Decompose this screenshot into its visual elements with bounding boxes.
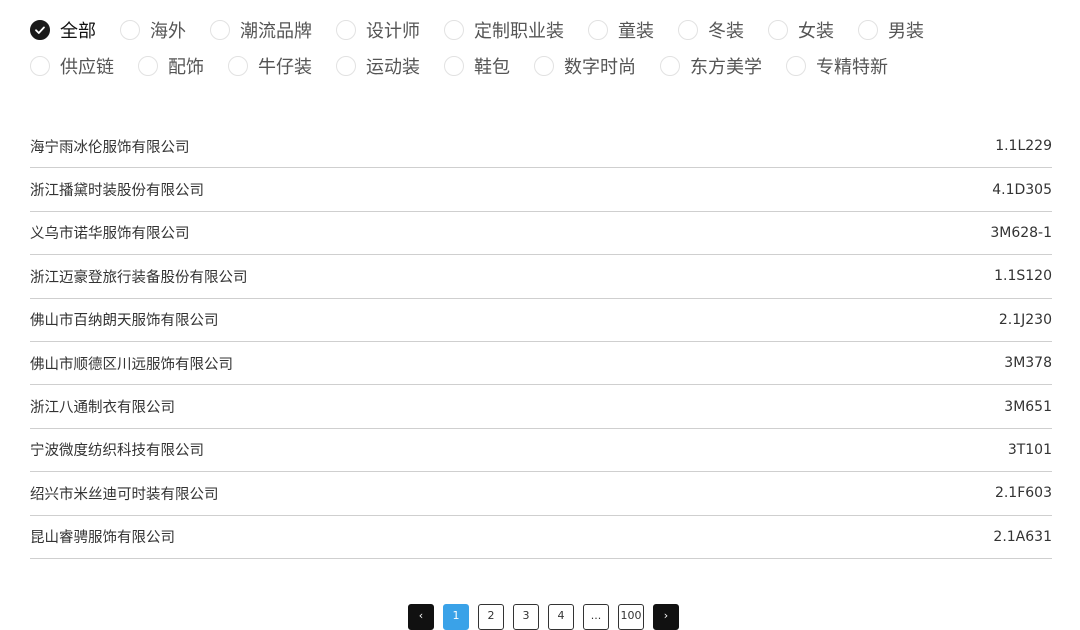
company-name: 佛山市顺德区川远服饰有限公司 <box>30 356 233 373</box>
list-item[interactable]: 宁波微度纺织科技有限公司 3T101 <box>30 429 1052 473</box>
page-button-3[interactable]: 3 <box>513 604 539 630</box>
filter-winter[interactable]: 冬装 <box>678 17 744 43</box>
chevron-right-icon[interactable]: › <box>653 604 679 630</box>
radio-icon[interactable] <box>660 56 680 76</box>
radio-icon[interactable] <box>336 20 356 40</box>
page-button-2[interactable]: 2 <box>478 604 504 630</box>
filter-label: 定制职业装 <box>474 21 564 42</box>
radio-icon[interactable] <box>444 56 464 76</box>
list-item[interactable]: 浙江迈豪登旅行装备股份有限公司 1.1S120 <box>30 255 1052 299</box>
booth-number: 2.1A631 <box>993 528 1052 545</box>
filter-specialized[interactable]: 专精特新 <box>786 53 888 79</box>
filter-label: 全部 <box>60 21 96 42</box>
booth-number: 1.1S120 <box>994 268 1052 285</box>
list-item[interactable]: 昆山睿骋服饰有限公司 2.1A631 <box>30 516 1052 559</box>
filter-label: 专精特新 <box>816 57 888 78</box>
filter-label: 男装 <box>888 21 924 42</box>
booth-number: 2.1F603 <box>994 485 1052 502</box>
booth-number: 2.1J230 <box>998 311 1052 328</box>
list-item[interactable]: 浙江播黛时装股份有限公司 4.1D305 <box>30 168 1052 212</box>
list-item[interactable]: 绍兴市米丝迪可时装有限公司 2.1F603 <box>30 472 1052 516</box>
filter-digital-fashion[interactable]: 数字时尚 <box>534 53 636 79</box>
company-name: 佛山市百纳朗天服饰有限公司 <box>30 313 219 330</box>
filter-label: 童装 <box>618 21 654 42</box>
filter-label: 设计师 <box>366 21 420 42</box>
company-name: 宁波微度纺织科技有限公司 <box>30 443 204 460</box>
company-name: 绍兴市米丝迪可时装有限公司 <box>30 486 219 503</box>
radio-icon[interactable] <box>336 56 356 76</box>
filter-label: 女装 <box>798 21 834 42</box>
radio-icon[interactable] <box>858 20 878 40</box>
list-item[interactable]: 义乌市诺华服饰有限公司 3M628-1 <box>30 212 1052 256</box>
filter-label: 运动装 <box>366 57 420 78</box>
booth-number: 4.1D305 <box>992 181 1052 198</box>
booth-number: 3M378 <box>1004 355 1052 372</box>
company-name: 昆山睿骋服饰有限公司 <box>30 530 175 547</box>
filter-label: 配饰 <box>168 57 204 78</box>
radio-icon[interactable] <box>30 56 50 76</box>
radio-icon[interactable] <box>444 20 464 40</box>
filter-accessories[interactable]: 配饰 <box>138 53 204 79</box>
booth-number: 3M651 <box>1004 398 1052 415</box>
booth-number: 3M628-1 <box>990 224 1052 241</box>
company-name: 浙江八通制衣有限公司 <box>30 400 175 417</box>
filter-shoes-bags[interactable]: 鞋包 <box>444 53 510 79</box>
page-ellipsis: ... <box>583 604 609 630</box>
filter-label: 海外 <box>150 21 186 42</box>
page-button-4[interactable]: 4 <box>548 604 574 630</box>
filter-label: 数字时尚 <box>564 57 636 78</box>
filter-designer[interactable]: 设计师 <box>336 17 420 43</box>
company-list: 海宁雨冰伦服饰有限公司 1.1L229 浙江播黛时装股份有限公司 4.1D305 义… <box>30 125 1052 559</box>
filter-oriental[interactable]: 东方美学 <box>660 53 762 79</box>
radio-icon[interactable] <box>210 20 230 40</box>
company-name: 浙江播黛时装股份有限公司 <box>30 183 204 200</box>
list-item[interactable]: 浙江八通制衣有限公司 3M651 <box>30 385 1052 429</box>
filter-label: 鞋包 <box>474 57 510 78</box>
booth-number: 3T101 <box>1007 441 1052 458</box>
filter-label: 供应链 <box>60 57 114 78</box>
page-button-last[interactable]: 100 <box>618 604 644 630</box>
filter-kids[interactable]: 童装 <box>588 17 654 43</box>
filter-supply-chain[interactable]: 供应链 <box>30 53 114 79</box>
radio-icon[interactable] <box>120 20 140 40</box>
radio-icon[interactable] <box>138 56 158 76</box>
filter-sportswear[interactable]: 运动装 <box>336 53 420 79</box>
radio-icon[interactable] <box>786 56 806 76</box>
radio-icon[interactable] <box>228 56 248 76</box>
chevron-left-icon[interactable]: ‹ <box>408 604 434 630</box>
page-button-1[interactable]: 1 <box>443 604 469 630</box>
filter-label: 牛仔装 <box>258 57 312 78</box>
filter-overseas[interactable]: 海外 <box>120 17 186 43</box>
filter-men[interactable]: 男装 <box>858 17 924 43</box>
filter-row-2: 供应链 配饰 牛仔装 运动装 鞋包 数字时尚 东方美学 专精特新 <box>30 48 1070 84</box>
radio-icon[interactable] <box>534 56 554 76</box>
company-name: 义乌市诺华服饰有限公司 <box>30 226 190 243</box>
filter-women[interactable]: 女装 <box>768 17 834 43</box>
radio-icon[interactable] <box>588 20 608 40</box>
pagination: ‹ 1 2 3 4 ... 100 › <box>408 604 679 630</box>
company-name: 海宁雨冰伦服饰有限公司 <box>30 139 190 156</box>
filter-label: 冬装 <box>708 21 744 42</box>
filter-all[interactable]: 全部 <box>30 17 96 43</box>
filter-label: 潮流品牌 <box>240 21 312 42</box>
check-icon[interactable] <box>30 20 50 40</box>
radio-icon[interactable] <box>678 20 698 40</box>
filter-trend-brand[interactable]: 潮流品牌 <box>210 17 312 43</box>
list-item[interactable]: 佛山市百纳朗天服饰有限公司 2.1J230 <box>30 299 1052 342</box>
filter-uniform[interactable]: 定制职业装 <box>444 17 564 43</box>
filter-denim[interactable]: 牛仔装 <box>228 53 312 79</box>
radio-icon[interactable] <box>768 20 788 40</box>
list-item[interactable]: 佛山市顺德区川远服饰有限公司 3M378 <box>30 342 1052 386</box>
filter-row-1: 全部 海外 潮流品牌 设计师 定制职业装 童装 冬装 女装 男装 <box>30 12 1070 48</box>
filter-label: 东方美学 <box>690 57 762 78</box>
company-name: 浙江迈豪登旅行装备股份有限公司 <box>30 269 248 286</box>
list-item[interactable]: 海宁雨冰伦服饰有限公司 1.1L229 <box>30 125 1052 169</box>
booth-number: 1.1L229 <box>995 138 1052 155</box>
category-filters: 全部 海外 潮流品牌 设计师 定制职业装 童装 冬装 女装 男装 供应链 配饰 … <box>30 12 1070 84</box>
